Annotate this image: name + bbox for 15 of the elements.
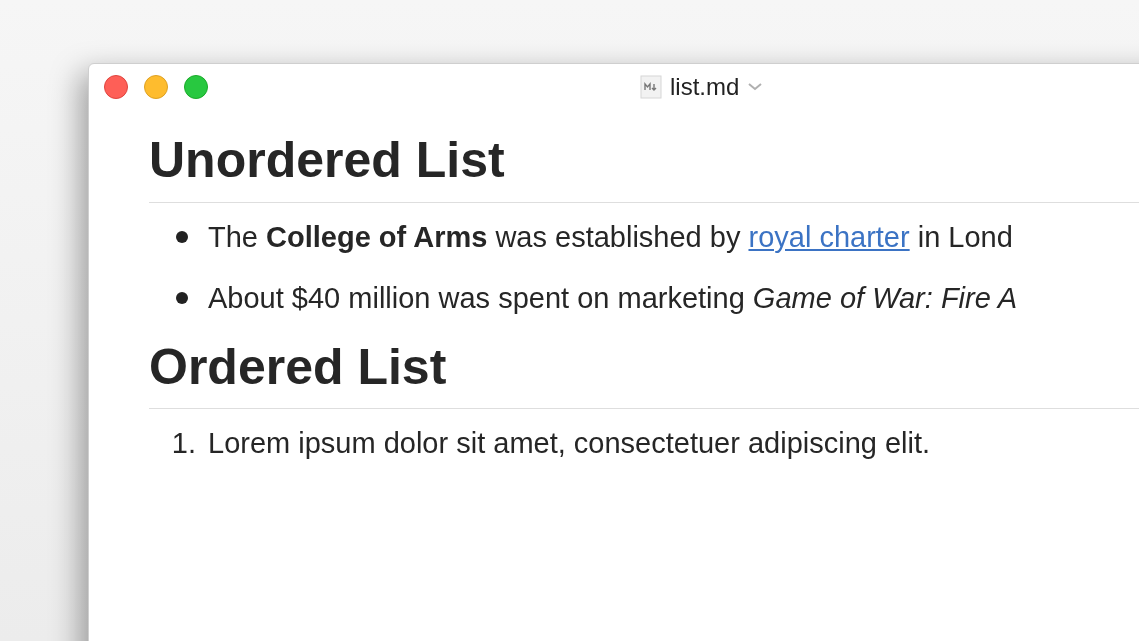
- list-item-text: About $40 million was spent on marketing Game of War: Fire A: [208, 281, 1018, 315]
- link[interactable]: royal charter: [748, 220, 910, 253]
- list-number: 1.: [171, 427, 196, 460]
- heading: Unordered List: [149, 122, 1139, 203]
- chevron-icon[interactable]: [747, 82, 764, 92]
- window-title: list.md: [670, 73, 740, 101]
- zoom-button[interactable]: [184, 75, 208, 99]
- bullet-icon: [176, 292, 188, 304]
- list-item-text: The College of Arms was established by royal charter in Lond: [208, 220, 1013, 254]
- heading: Ordered List: [149, 328, 1139, 409]
- minimize-button[interactable]: [144, 75, 168, 99]
- bullet-icon: [176, 231, 188, 243]
- close-button[interactable]: [104, 75, 128, 99]
- list-item-text: Lorem ipsum dolor sit amet, consectetuer adipiscing elit.: [208, 427, 931, 460]
- document-icon: [640, 75, 662, 99]
